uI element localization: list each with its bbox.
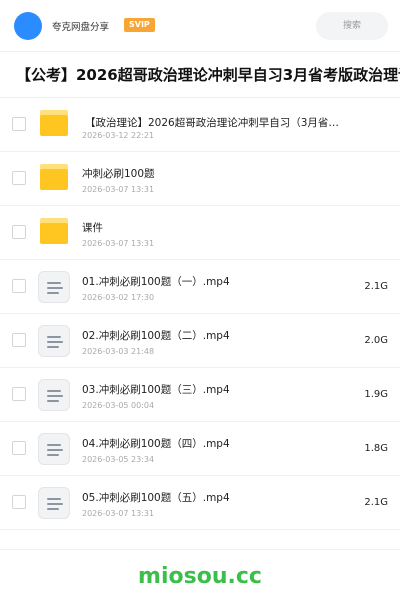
svip-badge: SVIP	[124, 18, 155, 32]
item-name: 【政治理论】2026超哥政治理论冲刺早自习（3月省…	[85, 117, 339, 129]
file-row[interactable]: 03.冲刺必刷100题（三）.mp4 2026-03-05 00:04 1.9G	[0, 368, 400, 422]
video-file-icon	[38, 325, 70, 357]
row-checkbox[interactable]	[12, 495, 26, 509]
folder-icon	[38, 109, 70, 141]
row-checkbox[interactable]	[12, 279, 26, 293]
item-date: 2026-03-05 00:04	[82, 401, 155, 410]
folder-row[interactable]: 课件 2026-03-07 13:31	[0, 206, 400, 260]
app-name: 夸克网盘分享	[52, 22, 110, 33]
file-row[interactable]: 01.冲刺必刷100题（一）.mp4 2026-03-02 17:30 2.1G	[0, 260, 400, 314]
item-name: 01.冲刺必刷100题（一）.mp4	[82, 276, 230, 288]
item-size: 2.1G	[364, 497, 388, 508]
watermark: miosou.cc	[138, 564, 262, 589]
row-checkbox[interactable]	[12, 117, 26, 131]
item-date: 2026-03-05 23:34	[82, 455, 155, 464]
page-title: 【公考】2026超哥政治理论冲刺早自习3月省考版政治理论	[16, 66, 400, 84]
item-date: 2026-03-02 17:30	[82, 293, 155, 302]
title-bar: 【公考】2026超哥政治理论冲刺早自习3月省考版政治理论	[0, 52, 400, 98]
item-size: 1.9G	[364, 389, 388, 400]
item-date: 2026-03-07 13:31	[82, 509, 155, 518]
file-row[interactable]: 02.冲刺必刷100题（二）.mp4 2026-03-03 21:48 2.0G	[0, 314, 400, 368]
video-file-icon	[38, 433, 70, 465]
folder-icon	[38, 217, 70, 249]
item-date: 2026-03-07 13:31	[82, 239, 155, 248]
row-checkbox[interactable]	[12, 387, 26, 401]
video-file-icon	[38, 271, 70, 303]
video-file-icon	[38, 379, 70, 411]
file-row[interactable]: 05.冲刺必刷100题（五）.mp4 2026-03-07 13:31 2.1G	[0, 476, 400, 530]
item-name: 课件	[82, 222, 103, 234]
item-name: 05.冲刺必刷100题（五）.mp4	[82, 492, 230, 504]
video-file-icon	[38, 487, 70, 519]
avatar[interactable]	[14, 12, 42, 40]
folder-row[interactable]: 【政治理论】2026超哥政治理论冲刺早自习（3月省… 2026-03-12 22:…	[0, 98, 400, 152]
file-row[interactable]: 04.冲刺必刷100题（四）.mp4 2026-03-05 23:34 1.8G	[0, 422, 400, 476]
row-checkbox[interactable]	[12, 225, 26, 239]
row-checkbox[interactable]	[12, 441, 26, 455]
item-name: 冲刺必刷100题	[82, 168, 155, 180]
item-date: 2026-03-12 22:21	[82, 131, 155, 140]
item-date: 2026-03-07 13:31	[82, 185, 155, 194]
header: 夸克网盘分享 SVIP 搜索	[0, 0, 400, 52]
folder-row[interactable]: 冲刺必刷100题 2026-03-07 13:31	[0, 152, 400, 206]
item-date: 2026-03-03 21:48	[82, 347, 155, 356]
folder-icon	[38, 163, 70, 195]
item-name: 03.冲刺必刷100题（三）.mp4	[82, 384, 230, 396]
row-checkbox[interactable]	[12, 333, 26, 347]
item-name: 02.冲刺必刷100题（二）.mp4	[82, 330, 230, 342]
item-size: 2.0G	[364, 335, 388, 346]
search-input[interactable]: 搜索	[316, 12, 388, 40]
item-size: 1.8G	[364, 443, 388, 454]
item-size: 2.1G	[364, 281, 388, 292]
row-checkbox[interactable]	[12, 171, 26, 185]
footer: miosou.cc	[0, 549, 400, 600]
item-name: 04.冲刺必刷100题（四）.mp4	[82, 438, 230, 450]
file-list: 【政治理论】2026超哥政治理论冲刺早自习（3月省… 2026-03-12 22:…	[0, 98, 400, 530]
